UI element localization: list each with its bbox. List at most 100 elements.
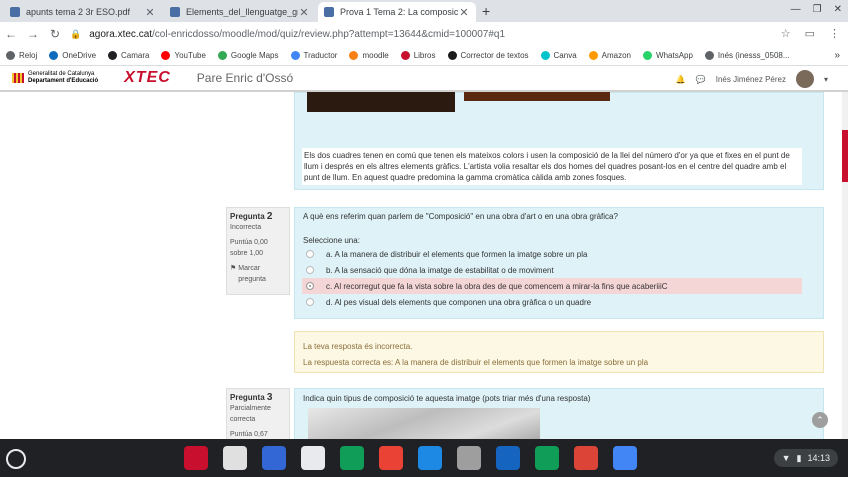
shelf-app-icon[interactable] — [223, 446, 247, 470]
bookmark-item[interactable]: Corrector de textos — [447, 51, 529, 60]
more-bookmarks-icon[interactable]: » — [834, 50, 840, 61]
page-content: Els dos cuadres tenen en comú que tenen … — [0, 92, 848, 439]
answer-option[interactable]: a. A la manera de distribuir el elements… — [302, 246, 802, 262]
shelf-app-icon[interactable] — [262, 446, 286, 470]
bookmark-icon — [161, 51, 171, 60]
option-label: b. A la sensació que dóna la imatge de e… — [326, 265, 554, 275]
user-area: 🔔 💬 Inés Jiménez Pérez ▾ — [676, 70, 828, 88]
bookmark-icon — [447, 51, 457, 60]
minimize-icon[interactable]: — — [791, 4, 801, 15]
shelf-app-icon[interactable] — [379, 446, 403, 470]
bookmark-item[interactable]: Reloj — [6, 51, 37, 60]
shelf-app-icon[interactable] — [418, 446, 442, 470]
address-bar: ← → ↻ 🔒 agora.xtec.cat/col-enricdosso/mo… — [0, 22, 848, 46]
chevron-down-icon[interactable]: ▾ — [824, 75, 828, 84]
question-state: Parcialmente correcta — [230, 405, 271, 423]
menu-icon[interactable]: ⋮ — [829, 27, 840, 40]
shelf-app-icon[interactable] — [340, 446, 364, 470]
shelf-app-icon[interactable] — [457, 446, 481, 470]
bookmark-item[interactable]: WhatsApp — [643, 51, 693, 60]
answer-option[interactable]: d. Al pes visual dels elements que compo… — [302, 294, 802, 310]
launcher-button[interactable] — [6, 449, 26, 469]
shelf-app-icon[interactable] — [301, 446, 325, 470]
restore-icon[interactable]: ❐ — [813, 4, 822, 15]
bookmark-item[interactable]: Traductor — [290, 51, 338, 60]
bookmark-label: Reloj — [19, 51, 38, 60]
bookmark-icon — [49, 51, 59, 60]
bookmark-label: OneDrive — [62, 51, 97, 60]
shelf-app-icon[interactable] — [535, 446, 559, 470]
bookmark-item[interactable]: Amazon — [588, 51, 631, 60]
new-tab-button[interactable]: + — [482, 3, 490, 19]
scrollbar-thumb[interactable] — [842, 130, 848, 182]
q1-feedback-text: Els dos cuadres tenen en comú que tenen … — [302, 148, 802, 185]
radio-button[interactable] — [306, 298, 314, 306]
painting-image — [464, 92, 610, 101]
school-name[interactable]: Pare Enric d'Ossó — [197, 71, 293, 85]
url-field[interactable]: 🔒 agora.xtec.cat/col-enricdosso/moodle/m… — [70, 25, 780, 43]
question-text: Indica quin tipus de composició te aques… — [303, 394, 591, 403]
close-window-icon[interactable]: ✕ — [834, 4, 842, 15]
back-icon[interactable]: ← — [0, 27, 22, 41]
bookmark-icon — [349, 51, 359, 60]
answer-option[interactable]: b. A la sensació que dóna la imatge de e… — [302, 262, 802, 278]
cast-icon[interactable]: ▭ — [805, 27, 815, 40]
close-icon[interactable]: ✕ — [458, 6, 470, 19]
painting-image — [307, 92, 455, 112]
question-label: Pregunta — [230, 393, 265, 402]
shelf-app-icon[interactable] — [496, 446, 520, 470]
bookmark-item[interactable]: Inés (inesss_0508... — [704, 51, 790, 60]
tab-title: Elements_del_llenguatge_grafic — [186, 7, 298, 17]
xtec-logo[interactable]: XTEC — [124, 69, 171, 87]
tab-apunts[interactable]: apunts tema 2 3r ESO.pdf ✕ — [4, 2, 162, 22]
lock-icon[interactable]: 🔒 — [70, 29, 81, 40]
shelf-app-icon[interactable] — [574, 446, 598, 470]
gencat-logo[interactable]: Generalitat de Catalunya Departament d'Ed… — [12, 71, 98, 85]
shelf-app-icon[interactable] — [184, 446, 208, 470]
question-image — [308, 408, 540, 439]
bookmark-item[interactable]: Canva — [540, 51, 577, 60]
reload-icon[interactable]: ↻ — [44, 27, 66, 41]
answer-option-selected[interactable]: c. Al recorregut que fa la vista sobre l… — [302, 278, 802, 294]
bookmark-item[interactable]: YouTube — [161, 51, 206, 60]
user-name[interactable]: Inés Jiménez Pérez — [716, 75, 786, 84]
option-label: a. A la manera de distribuir el elements… — [326, 249, 588, 259]
battery-icon: ▮ — [796, 452, 802, 463]
flag-question-link[interactable]: ⚑ Marcar pregunta — [230, 263, 286, 285]
bookmark-item[interactable]: OneDrive — [49, 51, 96, 60]
avatar[interactable] — [795, 70, 814, 88]
os-shelf: ▼ ▮ 14:13 — [0, 439, 848, 477]
bookmark-icon — [540, 51, 550, 60]
shelf-app-icon[interactable] — [613, 446, 637, 470]
messages-icon[interactable]: 💬 — [696, 75, 706, 84]
tab-elements[interactable]: Elements_del_llenguatge_grafic ✕ — [164, 2, 316, 22]
bookmark-icon — [217, 51, 227, 60]
question-info: Pregunta 2 Incorrecta Puntúa 0,00 sobre … — [226, 207, 290, 295]
bookmark-label: Libros — [413, 51, 436, 60]
bookmark-label: Traductor — [303, 51, 338, 60]
scroll-to-top-button[interactable]: ⌃ — [812, 412, 828, 428]
bookmark-item[interactable]: Google Maps — [217, 51, 279, 60]
close-icon[interactable]: ✕ — [298, 6, 310, 19]
bookmark-icon — [588, 51, 598, 60]
bookmark-label: Canva — [553, 51, 577, 60]
tab-strip: apunts tema 2 3r ESO.pdf ✕ Elements_del_… — [0, 0, 848, 22]
site-header: Generalitat de Catalunya Departament d'Ed… — [0, 66, 848, 92]
radio-button[interactable] — [306, 282, 314, 290]
question-text: A què ens referim quan parlem de "Compos… — [303, 212, 618, 221]
gencat-name: Generalitat de Catalunya — [28, 71, 95, 77]
tab-prova[interactable]: Prova 1 Tema 2: La composició ✕ — [318, 2, 476, 22]
window-controls: — ❐ ✕ — [791, 4, 842, 15]
close-icon[interactable]: ✕ — [144, 6, 156, 19]
bookmark-item[interactable]: moodle — [349, 51, 389, 60]
bookmark-item[interactable]: Camara — [108, 51, 149, 60]
moodle-icon — [324, 7, 334, 17]
forward-icon[interactable]: → — [22, 27, 44, 41]
status-tray[interactable]: ▼ ▮ 14:13 — [773, 449, 838, 467]
bookmark-item[interactable]: Libros — [400, 51, 436, 60]
radio-button[interactable] — [306, 250, 314, 258]
star-icon[interactable]: ☆ — [781, 27, 791, 40]
bell-icon[interactable]: 🔔 — [676, 75, 686, 84]
radio-button[interactable] — [306, 266, 314, 274]
address-actions: ☆ ▭ ⋮ — [781, 27, 840, 40]
